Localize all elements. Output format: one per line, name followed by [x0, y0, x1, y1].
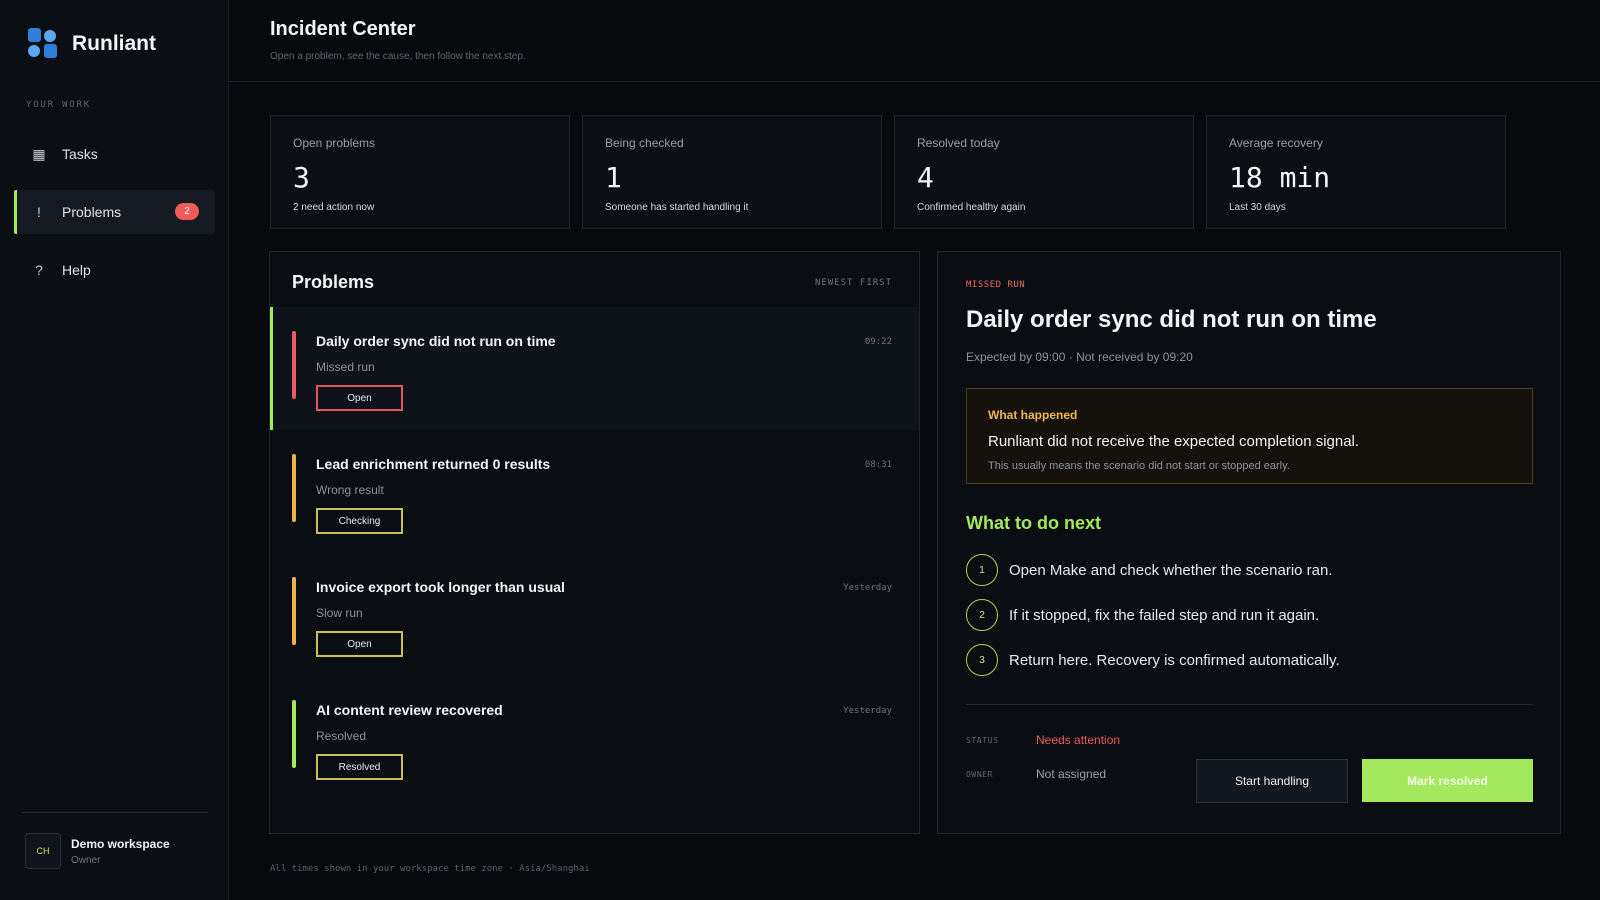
stat-note: Last 30 days [1229, 202, 1286, 213]
problem-detail-panel: MISSED RUN Daily order sync did not run … [937, 251, 1561, 834]
workspace-role: Owner [71, 854, 101, 866]
stat-note: Someone has started handling it [605, 202, 749, 213]
status-value: Needs attention [1036, 733, 1121, 747]
problem-type: Missed run [316, 360, 375, 374]
step-text: Return here. Recovery is confirmed autom… [1009, 651, 1340, 669]
brand-name: Runliant [72, 32, 156, 55]
problem-row[interactable]: AI content review recovered Resolved Res… [270, 676, 919, 799]
sidebar-nav: ▦ Tasks ! Problems 2 ? Help [14, 132, 215, 306]
step-number: 2 [966, 599, 998, 631]
workspace-name: Demo workspace [71, 836, 170, 851]
severity-bar [292, 454, 296, 522]
sidebar-item-tasks[interactable]: ▦ Tasks [14, 132, 215, 176]
question-icon: ? [35, 262, 43, 278]
status-badge: Resolved [316, 754, 403, 780]
next-step: 1 Open Make and check whether the scenar… [966, 554, 1333, 586]
problem-type: Slow run [316, 606, 363, 620]
problem-time: Yesterday [843, 583, 892, 593]
problem-title: AI content review recovered [316, 702, 503, 718]
sort-label[interactable]: NEWEST FIRST [815, 278, 892, 288]
what-happened-label: What happened [988, 408, 1078, 422]
stat-value: 4 [917, 161, 934, 194]
severity-bar [292, 700, 296, 768]
stat-card-resolved-today: Resolved today 4 Confirmed healthy again [894, 115, 1194, 229]
status-badge: Open [316, 631, 403, 657]
severity-bar [292, 331, 296, 399]
sidebar-item-problems[interactable]: ! Problems 2 [14, 190, 215, 234]
problem-title: Lead enrichment returned 0 results [316, 456, 551, 472]
problem-title: Invoice export took longer than usual [316, 579, 565, 595]
problem-row[interactable]: Invoice export took longer than usual Sl… [270, 553, 919, 676]
what-happened-box: What happened Runliant did not receive t… [966, 388, 1533, 484]
sidebar-item-help[interactable]: ? Help [14, 248, 215, 292]
stat-value: 3 [293, 161, 310, 194]
stat-value: 18 min [1229, 161, 1331, 194]
owner-label: OWNER [966, 770, 994, 779]
nav-section-label: YOUR WORK [26, 100, 91, 110]
severity-bar [292, 577, 296, 645]
stat-label: Open problems [293, 136, 376, 150]
detail-meta: Expected by 09:00 · Not received by 09:2… [966, 350, 1193, 364]
stat-card-average-recovery: Average recovery 18 min Last 30 days [1206, 115, 1506, 229]
problem-row[interactable]: Daily order sync did not run on time Mis… [270, 307, 919, 430]
stat-value: 1 [605, 161, 622, 194]
divider [966, 704, 1533, 705]
sidebar: Runliant YOUR WORK ▦ Tasks ! Problems 2 … [0, 0, 229, 900]
mark-resolved-button[interactable]: Mark resolved [1362, 759, 1533, 802]
next-step: 2 If it stopped, fix the failed step and… [966, 599, 1319, 631]
problems-panel: Problems NEWEST FIRST Daily order sync d… [269, 251, 920, 834]
stat-card-being-checked: Being checked 1 Someone has started hand… [582, 115, 882, 229]
brand[interactable]: Runliant [28, 28, 156, 60]
status-badge: Open [316, 385, 403, 411]
status-label: STATUS [966, 736, 999, 745]
page-title: Incident Center [270, 18, 416, 40]
detail-title: Daily order sync did not run on time [966, 306, 1377, 333]
page-subtitle: Open a problem, see the cause, then foll… [270, 51, 526, 62]
problem-kind-label: MISSED RUN [966, 280, 1026, 290]
what-happened-hint: This usually means the scenario did not … [988, 460, 1290, 472]
sidebar-item-label: Tasks [62, 146, 98, 162]
runliant-logo-icon [28, 28, 58, 60]
step-number: 1 [966, 554, 998, 586]
timezone-note: All times shown in your workspace time z… [270, 864, 590, 874]
stat-card-open-problems: Open problems 3 2 need action now [270, 115, 570, 229]
page-header: Incident Center Open a problem, see the … [229, 0, 1600, 82]
start-handling-button[interactable]: Start handling [1196, 759, 1348, 803]
problem-row[interactable]: Lead enrichment returned 0 results Wrong… [270, 430, 919, 553]
next-step: 3 Return here. Recovery is confirmed aut… [966, 644, 1340, 676]
sidebar-item-label: Problems [62, 204, 122, 220]
problems-count-badge: 2 [175, 203, 199, 220]
avatar: CH [25, 833, 61, 869]
exclamation-icon: ! [37, 204, 41, 220]
grid-icon: ▦ [32, 145, 46, 162]
stat-note: 2 need action now [293, 202, 375, 213]
stat-label: Average recovery [1229, 136, 1323, 150]
problems-title: Problems [292, 272, 375, 292]
stat-label: Being checked [605, 136, 684, 150]
status-badge: Checking [316, 508, 403, 534]
problem-title: Daily order sync did not run on time [316, 333, 556, 349]
problem-time: 09:22 [864, 337, 892, 347]
problem-type: Wrong result [316, 483, 384, 497]
problem-time: Yesterday [843, 706, 892, 716]
step-text: If it stopped, fix the failed step and r… [1009, 606, 1320, 624]
step-number: 3 [966, 644, 998, 676]
workspace-switcher[interactable]: CH Demo workspace Owner [25, 833, 170, 869]
stat-label: Resolved today [917, 136, 1000, 150]
sidebar-divider [22, 812, 208, 813]
owner-value: Not assigned [1036, 767, 1107, 781]
sidebar-item-label: Help [62, 262, 91, 278]
step-text: Open Make and check whether the scenario… [1009, 561, 1333, 579]
problem-type: Resolved [316, 729, 367, 743]
next-steps-title: What to do next [966, 513, 1101, 533]
problem-time: 08:31 [864, 460, 892, 470]
stat-note: Confirmed healthy again [917, 202, 1026, 213]
what-happened-text: Runliant did not receive the expected co… [988, 433, 1360, 450]
